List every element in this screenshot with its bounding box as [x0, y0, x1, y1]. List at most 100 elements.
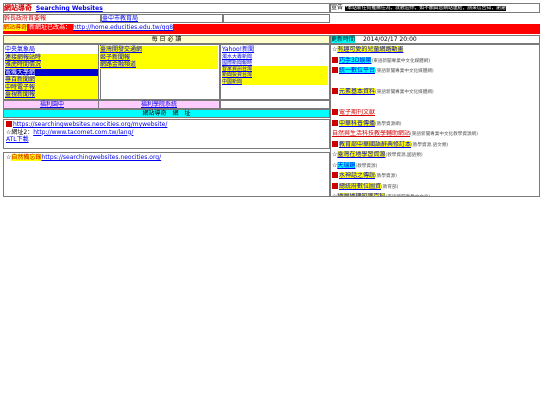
- sub-title: 網站導奇 網 址: [142, 110, 191, 117]
- news-link[interactable]: 水神話之傳說: [339, 172, 376, 179]
- link-col2-2[interactable]: 姬子新聞報: [100, 53, 218, 61]
- news-note: (東語新聞專業中文化媒體網): [375, 69, 434, 74]
- news-item[interactable]: ☆有趣可愛的兒童網路動畫: [332, 46, 538, 57]
- notice-url-link[interactable]: http://home.educities.edu.tw/qq8: [72, 24, 174, 31]
- news-item[interactable]: 巧手3D娛樂(東語新聞專業中文化媒體網): [332, 56, 538, 68]
- site-title-en-link[interactable]: Searching Websites: [36, 5, 103, 12]
- bullet-square-icon: [332, 67, 338, 73]
- news-link[interactable]: 統一數位平台: [339, 67, 376, 74]
- bullet-square-icon: [332, 172, 338, 178]
- links-col-3: Yahoo!新聞 濁水大專新聞 國際新聞報時 智家資訊台灣 新聞投資台灣 中國新…: [220, 44, 330, 100]
- ad-banner: 宣告 *本站新任何推薦任為，就歡迎你，如不願與您網站連結，請來信告知，謝謝: [330, 3, 540, 13]
- news-note: (教學資源,國語類): [385, 153, 423, 158]
- daily-title: 每 日 必 讀: [151, 36, 182, 43]
- link-col3-1[interactable]: Yahoo!新聞: [222, 46, 328, 54]
- link-col2-1[interactable]: 臺灣開發交通網: [100, 46, 218, 54]
- news-note: (教學資源): [355, 163, 378, 169]
- news-item[interactable]: ☆地圖地理知識百科(東語新聞專業中文化): [332, 193, 538, 196]
- header-title-cell: 網站導奇 Searching Websites: [3, 3, 330, 13]
- header-menu-row: 幹長政府首要報 臺中市教育局: [3, 14, 330, 23]
- news-column: ☆有趣可愛的兒童網路動畫 巧手3D娛樂(東語新聞專業中文化媒體網) 統一數位平台(東…: [330, 44, 540, 197]
- subnav-right-cell[interactable]: 福利學院系統: [98, 100, 220, 109]
- news-item[interactable]: 統一數位平台(東語新聞專業中文化媒體網): [332, 67, 538, 78]
- extra-link[interactable]: ATL下載: [6, 136, 29, 143]
- news-link[interactable]: 自然與生活科技教學輔助網站: [332, 130, 410, 137]
- link-col3-6[interactable]: 中國新聞: [222, 78, 328, 85]
- news-note: (教育部): [381, 184, 399, 190]
- news-item[interactable]: ☆天瑞鏡(教學資源): [332, 161, 538, 173]
- news-link[interactable]: 電子期刊文獻: [339, 109, 375, 116]
- news-link[interactable]: 地圖地理知識百科: [337, 193, 386, 196]
- links-col-2: 臺灣開發交通網 姬子新聞報 網路金融頻道: [98, 44, 220, 100]
- news-item[interactable]: 中華科普傳播(教學資源網): [332, 119, 538, 131]
- link-col1-5[interactable]: 專百新聞網: [5, 76, 99, 84]
- bullet-square-icon: [332, 56, 338, 63]
- news-note: (教學資源網): [375, 121, 402, 127]
- bullet-square-icon: [332, 140, 338, 147]
- daily-title-cell: 每 日 必 讀: [3, 35, 330, 44]
- link-weather[interactable]: 中央氣象局: [5, 46, 99, 54]
- bullet-square-icon: [332, 182, 338, 189]
- link-col1-3[interactable]: 雅虎時間情況: [5, 61, 99, 69]
- ad-label: 宣告: [331, 4, 344, 11]
- subnav-right-link[interactable]: 福利學院系統: [141, 101, 177, 108]
- url1-marker: [6, 121, 12, 127]
- bullet-square-icon: [332, 109, 338, 115]
- url1-row: https://searchingwebsites.neocities.org/…: [6, 121, 327, 129]
- news-link[interactable]: 元素基本資料: [339, 88, 376, 95]
- notice-prefix: 網站導奇: [3, 24, 28, 31]
- news-item[interactable]: 水神話之傳說(教學資源): [332, 172, 538, 183]
- subnav-empty: [220, 100, 330, 109]
- featured-block: ☆自然備忘錄https://searchingwebsites.neocitie…: [3, 152, 330, 197]
- links-col-1: 中央氣象局 連接網報站時 雅虎時間情況 電機大學網 專百新聞網 中時電子報 臺視…: [3, 44, 101, 100]
- menu-item-gov-label: 幹長政府首要報: [4, 15, 47, 22]
- news-item[interactable]: 元素基本資料(東語新聞專業中文化媒體網): [332, 88, 538, 99]
- news-link[interactable]: 教育部中華國語辭典修訂本: [339, 140, 412, 148]
- url2-row: ☆網址2：http://www.tacomet.com.tw/lang/: [6, 129, 327, 137]
- news-note: (教學資源,語文類): [411, 142, 449, 148]
- news-link[interactable]: 臺灣在地學習資源: [337, 151, 386, 158]
- news-item[interactable]: 教育部中華國語辭典修訂本(教學資源,語文類): [332, 140, 538, 152]
- news-note: (東語新聞專業中文化媒體網): [375, 90, 434, 95]
- notice-middle: 新網址已改為：: [28, 24, 71, 31]
- site-title: 網站導奇: [4, 4, 32, 12]
- link-col1-2[interactable]: 連接網報站時: [5, 53, 99, 61]
- url2-prefix: ☆網址2：: [6, 128, 34, 136]
- ad-text: *本站新任何推薦任為，就歡迎你，如不願與您網站連結，請來信告知，謝謝: [344, 6, 506, 11]
- update-time: 2014/02/17 20:00: [362, 36, 417, 43]
- news-item: [332, 99, 538, 110]
- news-note: (東語新聞專業中文化): [385, 195, 430, 196]
- news-link[interactable]: 巧手3D娛樂: [339, 56, 372, 64]
- news-note: (東語新聞專業中文化教學資源網): [410, 132, 478, 137]
- menu-item-gov[interactable]: 幹長政府首要報: [3, 14, 101, 23]
- subnav-left-cell[interactable]: 福利園中: [3, 100, 101, 109]
- news-link[interactable]: 總統府數位圖資: [339, 182, 382, 190]
- subnav-left-link[interactable]: 福利園中: [40, 101, 64, 108]
- news-note: (教學資源): [375, 174, 397, 179]
- menu-item-edu[interactable]: 臺中市教育局: [101, 14, 223, 23]
- bullet-square-icon: [332, 119, 338, 126]
- news-item[interactable]: 電子期刊文獻: [332, 109, 538, 120]
- news-link[interactable]: 有趣可愛的兒童網路動畫: [337, 46, 404, 53]
- news-link[interactable]: 天瑞鏡: [337, 161, 356, 169]
- url1-link[interactable]: https://searchingwebsites.neocities.org/…: [13, 121, 167, 128]
- news-link[interactable]: 中華科普傳播: [339, 119, 376, 127]
- news-item[interactable]: 總統府數位圖資(教育部): [332, 182, 538, 194]
- link-col2-3[interactable]: 網路金融頻道: [100, 61, 218, 69]
- news-item: [332, 78, 538, 89]
- url-block: https://searchingwebsites.neocities.org/…: [3, 119, 330, 149]
- news-item[interactable]: ☆臺灣在地學習資源(教學資源,國語類): [332, 151, 538, 162]
- menu-item-edu-label: 臺中市教育局: [102, 15, 139, 22]
- news-item[interactable]: 自然與生活科技教學輔助網站(東語新聞專業中文化教學資源網): [332, 130, 538, 141]
- update-label: 更新時間: [331, 36, 356, 43]
- bullet-square-icon: [332, 88, 338, 94]
- link-col1-6[interactable]: 中時電子報: [5, 83, 99, 91]
- menu-item-empty: [223, 14, 330, 23]
- url2-link[interactable]: http://www.tacomet.com.tw/lang/: [33, 129, 133, 136]
- featured-title: 自然備忘錄: [11, 154, 42, 161]
- link-col1-7[interactable]: 臺視新聞報: [5, 91, 99, 99]
- notice-bar: 網站導奇 新網址已改為： http://home.educities.edu.t…: [3, 24, 540, 34]
- link-col1-4[interactable]: 電機大學網: [5, 68, 99, 76]
- update-time-cell: 更新時間 2014/02/17 20:00: [330, 35, 540, 44]
- featured-url[interactable]: https://searchingwebsites.neocities.org/: [41, 154, 161, 161]
